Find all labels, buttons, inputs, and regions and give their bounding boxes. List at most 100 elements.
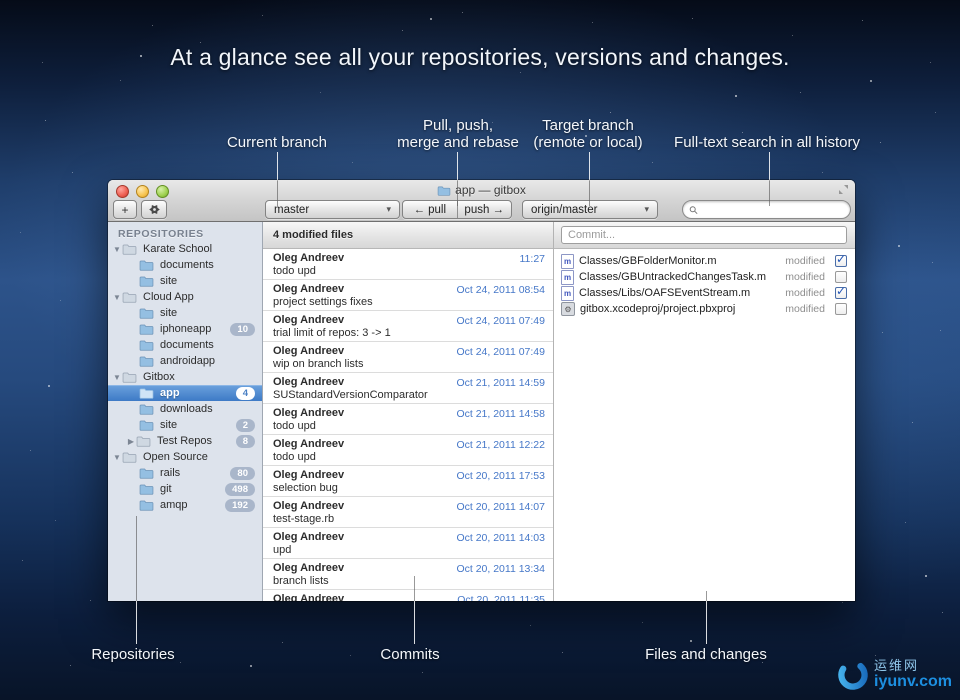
sidebar-item-git[interactable]: git 498 <box>108 481 262 497</box>
sidebar-item-label: site <box>160 307 178 319</box>
push-button[interactable]: push → <box>458 201 512 218</box>
sidebar-item-site[interactable]: site 2 <box>108 417 262 433</box>
callout-fulltext-search: Full-text search in all history <box>674 134 860 151</box>
commit-row[interactable]: Oleg Andreev Oct 20, 2011 14:07 test-stage… <box>263 497 553 528</box>
sidebar-item-karate-school[interactable]: ▼ Karate School <box>108 241 262 257</box>
file-status: modified <box>785 303 825 315</box>
stage-checkbox[interactable]: ✓ <box>835 252 847 267</box>
stage-checkbox[interactable] <box>835 271 847 283</box>
commit-date: Oct 20, 2011 13:34 <box>456 563 545 575</box>
sidebar-item-cloud-app[interactable]: ▼ Cloud App <box>108 289 262 305</box>
window-titlebar[interactable]: app — gitbox <box>108 183 855 197</box>
callout-line-commits-inner <box>414 576 415 601</box>
sidebar-item-label: Karate School <box>143 243 213 255</box>
commit-message-input[interactable] <box>561 226 847 244</box>
commit-row[interactable]: Oleg Andreev Oct 21, 2011 14:59 SUStandard… <box>263 373 553 404</box>
folder-icon <box>139 260 154 271</box>
callout-target-branch-line2: (remote or local) <box>533 134 643 151</box>
disclosure-open-icon[interactable]: ▼ <box>112 245 122 254</box>
search-input[interactable] <box>701 202 844 217</box>
callout-repositories: Repositories <box>91 646 175 663</box>
sidebar-item-amqp[interactable]: amqp 192 <box>108 497 262 513</box>
disclosure-closed-icon[interactable]: ▶ <box>126 437 136 446</box>
target-branch-dropdown[interactable]: origin/master ▾ <box>522 200 658 219</box>
file-list[interactable]: m Classes/GBFolderMonitor.m modified ✓ m Clas… <box>554 252 855 317</box>
commit-row[interactable]: Oleg Andreev Oct 21, 2011 12:22 todo upd <box>263 435 553 466</box>
commit-row[interactable]: Oleg Andreev Oct 24, 2011 08:54 project se… <box>263 280 553 311</box>
callout-line-commits <box>414 601 415 644</box>
sidebar-item-rails[interactable]: rails 80 <box>108 465 262 481</box>
objc-file-icon: m <box>561 285 574 301</box>
sidebar-item-documents[interactable]: documents <box>108 257 262 273</box>
fullscreen-icon[interactable] <box>838 184 849 195</box>
sidebar-item-site[interactable]: site <box>108 273 262 289</box>
search-field[interactable] <box>682 200 851 219</box>
callout-current-branch: Current branch <box>226 134 328 151</box>
commit-row[interactable]: Oleg Andreev Oct 20, 2011 14:03 upd <box>263 528 553 559</box>
current-branch-dropdown[interactable]: master ▾ <box>265 200 400 219</box>
watermark-site-url[interactable]: iyunv.com <box>874 673 952 691</box>
sidebar-item-downloads[interactable]: downloads <box>108 401 262 417</box>
folder-icon <box>139 356 154 367</box>
commit-list[interactable]: Oleg Andreev 11:27 todo upd Oleg Andreev Oct… <box>263 249 553 601</box>
file-row[interactable]: m Classes/GBFolderMonitor.m modified ✓ <box>554 252 855 269</box>
sidebar-item-app[interactable]: app 4 <box>108 385 262 401</box>
commit-date: Oct 20, 2011 14:07 <box>456 501 545 513</box>
commit-author: Oleg Andreev <box>273 252 345 264</box>
commit-row[interactable]: Oleg Andreev Oct 20, 2011 11:35 <box>263 590 553 601</box>
sidebar-item-gitbox[interactable]: ▼ Gitbox <box>108 369 262 385</box>
check-icon: ✓ <box>836 252 847 266</box>
stage-checkbox[interactable]: ✓ <box>835 284 847 299</box>
sidebar-item-label: Gitbox <box>143 371 175 383</box>
commit-row[interactable]: Oleg Andreev Oct 24, 2011 07:49 trial limi… <box>263 311 553 342</box>
commit-message: selection bug <box>273 482 338 494</box>
commit-row[interactable]: Oleg Andreev 11:27 todo upd <box>263 249 553 280</box>
commit-row[interactable]: Oleg Andreev Oct 20, 2011 17:53 selection … <box>263 466 553 497</box>
sidebar-item-label: androidapp <box>160 355 216 367</box>
watermark-site-name: 运维网 <box>874 658 920 674</box>
folder-icon <box>139 467 155 479</box>
commit-message: todo upd <box>273 451 316 463</box>
gitbox-window: app — gitbox + master ▾ ← pull push → or… <box>108 180 855 601</box>
sidebar-item-label: documents <box>160 259 214 271</box>
file-name: gitbox.xcodeproj/project.pbxproj <box>580 303 736 315</box>
sidebar-item-documents[interactable]: documents <box>108 337 262 353</box>
sidebar-item-site[interactable]: site <box>108 305 262 321</box>
check-icon: ✓ <box>836 284 847 298</box>
folder-icon <box>139 419 155 431</box>
callout-line-repositories <box>136 601 137 644</box>
commit-message: SUStandardVersionComparator <box>273 389 428 401</box>
callout-pull-push-line1: Pull, push, <box>422 117 494 134</box>
sidebar-item-label: documents <box>160 339 214 351</box>
gear-icon <box>148 204 160 215</box>
file-row[interactable]: m Classes/GBUntrackedChangesTask.m modifie… <box>554 269 855 285</box>
commit-message: todo upd <box>273 420 316 432</box>
folder-icon <box>139 403 155 415</box>
sidebar-header: REPOSITORIES <box>118 228 204 240</box>
file-row[interactable]: ⚙ gitbox.xcodeproj/project.pbxproj modifie… <box>554 301 855 317</box>
gear-button[interactable] <box>141 200 167 219</box>
disclosure-open-icon[interactable]: ▼ <box>112 373 122 382</box>
commit-row[interactable]: Oleg Andreev Oct 21, 2011 14:58 todo upd <box>263 404 553 435</box>
pull-button[interactable]: ← pull <box>403 201 458 218</box>
sidebar-item-label: amqp <box>160 499 188 511</box>
disclosure-open-icon[interactable]: ▼ <box>112 293 122 302</box>
chevron-down-icon: ▾ <box>386 204 391 214</box>
commit-row[interactable]: Oleg Andreev Oct 20, 2011 13:34 branch lis… <box>263 559 553 590</box>
project-file-icon: ⚙ <box>561 302 575 316</box>
sidebar-item-open-source[interactable]: ▼ Open Source <box>108 449 262 465</box>
current-branch-value: master <box>274 203 310 216</box>
commit-row[interactable]: Oleg Andreev Oct 24, 2011 07:49 wip on bra… <box>263 342 553 373</box>
file-name: Classes/Libs/OAFSEventStream.m <box>579 287 751 299</box>
sidebar-item-label: git <box>160 483 172 495</box>
add-repository-button[interactable]: + <box>113 200 137 219</box>
sidebar-item-iphoneapp[interactable]: iphoneapp 10 <box>108 321 262 337</box>
file-row[interactable]: m Classes/Libs/OAFSEventStream.m modified ✓ <box>554 284 855 301</box>
folder-icon <box>122 452 137 463</box>
commit-message: trial limit of repos: 3 -> 1 <box>273 327 391 339</box>
sidebar-item-test-repos[interactable]: ▶ Test Repos 8 <box>108 433 262 449</box>
stage-checkbox[interactable] <box>835 303 847 315</box>
disclosure-open-icon[interactable]: ▼ <box>112 453 122 462</box>
sidebar-item-label: iphoneapp <box>160 323 212 335</box>
sidebar-item-androidapp[interactable]: androidapp <box>108 353 262 369</box>
